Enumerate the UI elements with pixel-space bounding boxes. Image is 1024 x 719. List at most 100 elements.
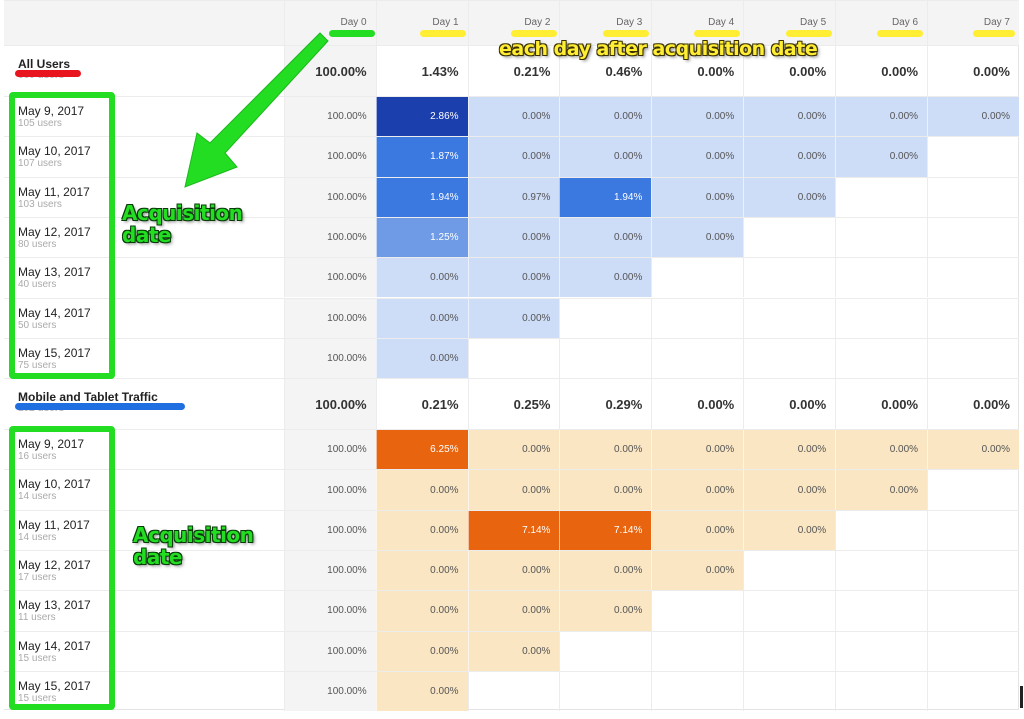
cohort-cell-day-0[interactable]: 100.00% [283,631,376,671]
cohort-cell-day-5[interactable] [743,551,835,591]
cohort-cell-day-0[interactable]: 100.00% [283,338,376,379]
cohort-cell-day-6[interactable]: 0.00% [835,97,928,137]
cohort-cell-day-5[interactable]: 0.00% [743,137,836,177]
cohort-cell-day-0[interactable]: 100.00% [283,510,376,550]
cohort-cell-day-2[interactable]: 0.00% [467,551,560,591]
cohort-cell-day-3[interactable] [559,338,651,379]
cohort-cell-day-3[interactable]: 0.00% [559,430,652,470]
cohort-cell-day-7[interactable] [927,217,1019,258]
cohort-cell-day-3[interactable] [559,298,651,338]
cohort-cell-day-6[interactable] [835,510,927,550]
cohort-cell-day-1[interactable]: 6.25% [375,430,468,470]
cohort-cell-day-1[interactable]: 0.00% [375,338,468,379]
cohort-cell-day-0[interactable]: 100.00% [283,551,376,591]
cohort-cell-day-0[interactable]: 100.00% [283,258,376,298]
cohort-cell-day-4[interactable] [651,671,743,712]
cohort-cell-day-3[interactable]: 7.14% [559,510,652,550]
cohort-cell-day-6[interactable]: 0.00% [835,430,928,470]
cohort-cell-day-0[interactable]: 100.00% [283,591,376,631]
cohort-cell-day-4[interactable]: 0.00% [651,430,744,470]
cohort-cell-day-1[interactable]: 0.00% [375,671,468,712]
cohort-cell-day-7[interactable] [927,338,1019,379]
cohort-cell-day-4[interactable]: 0.00% [651,510,744,550]
cohort-cell-day-1[interactable]: 0.00% [375,510,468,550]
cohort-cell-day-5[interactable] [743,298,835,338]
cohort-cell-day-0[interactable]: 100.00% [283,430,376,470]
cohort-cell-day-4[interactable]: 0.00% [651,551,744,591]
cohort-cell-day-6[interactable] [835,591,927,631]
cohort-cell-day-4[interactable] [651,258,743,298]
cohort-cell-day-6[interactable] [835,338,927,379]
column-header-day-1[interactable]: Day 1 [375,1,468,45]
cohort-cell-day-2[interactable]: 7.14% [467,510,560,550]
cohort-cell-day-5[interactable]: 0.00% [743,470,836,510]
cohort-cell-day-1[interactable]: 1.94% [375,177,468,217]
cohort-cell-day-5[interactable] [743,258,835,298]
cohort-cell-day-3[interactable]: 0.00% [559,97,652,137]
cohort-cell-day-5[interactable]: 0.00% [743,97,836,137]
cohort-cell-day-1[interactable]: 1.87% [375,137,468,177]
cohort-cell-day-2[interactable]: 0.00% [467,298,560,338]
cohort-cell-day-3[interactable] [559,631,651,671]
cohort-cell-day-2[interactable]: 0.00% [467,430,560,470]
cohort-cell-day-7[interactable] [927,298,1019,338]
cohort-cell-day-5[interactable] [743,217,835,258]
cohort-cell-day-3[interactable]: 0.00% [559,137,652,177]
cohort-cell-day-6[interactable] [835,177,927,217]
cohort-cell-day-6[interactable]: 0.00% [835,137,928,177]
cohort-cell-day-3[interactable]: 0.00% [559,551,652,591]
column-header-day-7[interactable]: Day 7 [927,1,1019,45]
cohort-cell-day-6[interactable] [835,671,927,712]
cohort-cell-day-7[interactable] [927,258,1019,298]
cohort-cell-day-2[interactable]: 0.97% [467,177,560,217]
cohort-cell-day-1[interactable]: 0.00% [375,258,468,298]
cohort-cell-day-7[interactable] [927,470,1019,510]
cohort-cell-day-4[interactable]: 0.00% [651,217,744,258]
column-header-day-6[interactable]: Day 6 [835,1,928,45]
cohort-cell-day-5[interactable] [743,338,835,379]
cohort-cell-day-3[interactable]: 0.00% [559,217,652,258]
cohort-cell-day-3[interactable] [559,671,651,712]
cohort-cell-day-4[interactable] [651,631,743,671]
cohort-cell-day-2[interactable]: 0.00% [467,591,560,631]
cohort-cell-day-4[interactable] [651,298,743,338]
cohort-cell-day-5[interactable] [743,591,835,631]
cohort-cell-day-3[interactable]: 0.00% [559,258,652,298]
cohort-cell-day-5[interactable] [743,671,835,712]
cohort-cell-day-5[interactable] [743,631,835,671]
cohort-cell-day-2[interactable] [467,671,560,712]
cohort-cell-day-4[interactable]: 0.00% [651,177,744,217]
cohort-cell-day-3[interactable]: 0.00% [559,591,652,631]
cohort-cell-day-7[interactable]: 0.00% [927,430,1019,470]
cohort-cell-day-0[interactable]: 100.00% [283,671,376,712]
cohort-cell-day-0[interactable]: 100.00% [283,470,376,510]
cohort-cell-day-7[interactable]: 0.00% [927,97,1019,137]
cohort-cell-day-7[interactable] [927,177,1019,217]
cohort-cell-day-5[interactable]: 0.00% [743,510,836,550]
cohort-cell-day-5[interactable]: 0.00% [743,430,836,470]
cohort-cell-day-2[interactable]: 0.00% [467,137,560,177]
cohort-cell-day-6[interactable] [835,258,927,298]
cohort-cell-day-6[interactable]: 0.00% [835,470,928,510]
cohort-cell-day-4[interactable] [651,591,743,631]
cohort-cell-day-0[interactable]: 100.00% [283,298,376,338]
cohort-cell-day-4[interactable]: 0.00% [651,97,744,137]
cohort-cell-day-0[interactable]: 100.00% [283,217,376,258]
cohort-cell-day-6[interactable] [835,551,927,591]
cohort-cell-day-5[interactable]: 0.00% [743,177,836,217]
cohort-cell-day-7[interactable] [927,631,1019,671]
cohort-cell-day-7[interactable] [927,591,1019,631]
cohort-cell-day-1[interactable]: 0.00% [375,631,468,671]
cohort-cell-day-3[interactable]: 0.00% [559,470,652,510]
cohort-cell-day-2[interactable]: 0.00% [467,258,560,298]
cohort-cell-day-1[interactable]: 0.00% [375,551,468,591]
cohort-cell-day-2[interactable]: 0.00% [467,470,560,510]
cohort-cell-day-7[interactable] [927,510,1019,550]
cohort-cell-day-1[interactable]: 0.00% [375,470,468,510]
cohort-cell-day-3[interactable]: 1.94% [559,177,652,217]
cohort-cell-day-1[interactable]: 2.86% [375,97,468,137]
cohort-cell-day-4[interactable]: 0.00% [651,470,744,510]
cohort-cell-day-4[interactable] [651,338,743,379]
cohort-cell-day-7[interactable] [927,137,1019,177]
cohort-cell-day-6[interactable] [835,631,927,671]
